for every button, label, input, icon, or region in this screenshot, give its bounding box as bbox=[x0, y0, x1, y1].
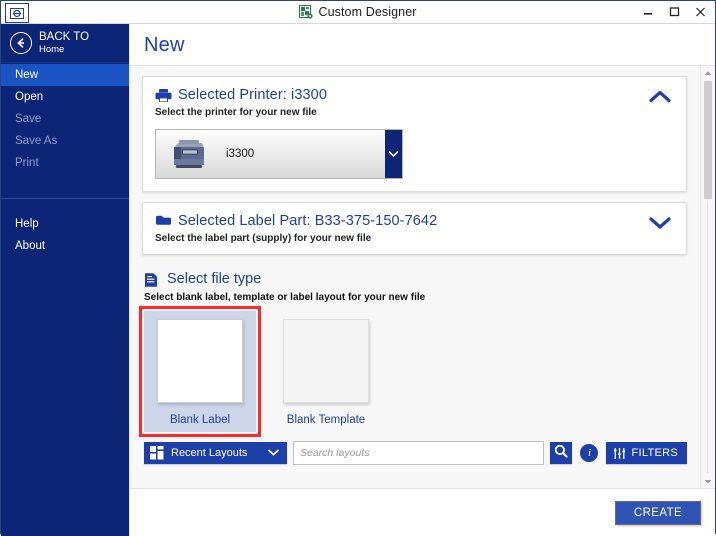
window-controls bbox=[635, 1, 713, 23]
expand-label-part-chevron-down-icon[interactable] bbox=[648, 215, 672, 233]
scroll-down-arrow[interactable] bbox=[701, 475, 715, 488]
create-button[interactable]: CREATE bbox=[615, 500, 701, 525]
sliders-icon bbox=[613, 447, 626, 460]
file-type-tile-blank-template[interactable]: Blank Template bbox=[270, 311, 382, 432]
info-icon[interactable]: i bbox=[580, 444, 599, 462]
scroll-up-arrow[interactable] bbox=[701, 66, 715, 79]
search-button[interactable] bbox=[550, 442, 573, 464]
scroll-area: Selected Printer: i3300 Select the print… bbox=[130, 65, 715, 488]
page-title: New bbox=[144, 34, 185, 56]
minimize-button[interactable] bbox=[635, 2, 661, 23]
file-type-tile-label: Blank Label bbox=[169, 414, 231, 426]
sidebar-item-open[interactable]: Open bbox=[1, 86, 129, 108]
collapse-printer-chevron-up-icon[interactable] bbox=[648, 89, 672, 107]
back-to-label: BACK TO bbox=[39, 31, 90, 44]
printer-dropdown-chevron-down-icon[interactable] bbox=[385, 130, 402, 178]
maximize-button[interactable] bbox=[661, 2, 687, 23]
selected-printer-title: Selected Printer: i3300 bbox=[178, 87, 327, 103]
recent-layouts-dropdown[interactable]: Recent Layouts bbox=[144, 442, 287, 464]
chevron-down-icon bbox=[268, 447, 280, 459]
selected-label-part-header[interactable]: Selected Label Part: B33-375-150-7642 bbox=[155, 213, 674, 229]
title-bar: Custom Designer bbox=[1, 1, 715, 24]
window-body: BACK TO Home New Open Save Save As Print… bbox=[1, 24, 715, 536]
back-to-home-button[interactable]: BACK TO Home bbox=[1, 24, 129, 63]
printer-selector-row: i3300 bbox=[155, 129, 674, 179]
footer-bar: CREATE bbox=[130, 488, 715, 536]
back-to-target-label: Home bbox=[39, 43, 65, 55]
sidebar-item-label: Print bbox=[15, 157, 39, 169]
search-input[interactable] bbox=[294, 443, 544, 463]
sidebar-item-label: Save As bbox=[15, 135, 58, 147]
sidebar-item-save: Save bbox=[1, 108, 129, 130]
selected-label-part-card: Selected Label Part: B33-375-150-7642 Se… bbox=[142, 202, 687, 255]
recent-layouts-label: Recent Layouts bbox=[171, 447, 248, 459]
window-title-group: Custom Designer bbox=[1, 1, 715, 23]
sidebar-item-label: Save bbox=[15, 113, 42, 125]
printer-dropdown[interactable]: i3300 bbox=[155, 129, 403, 179]
layouts-toolbar: Recent Layouts Search layouts i FILTERS bbox=[142, 432, 687, 475]
blank-label-thumbnail bbox=[157, 319, 243, 403]
selected-label-part-subtitle: Select the label part (supply) for your … bbox=[155, 233, 372, 244]
file-type-tile-label: Blank Template bbox=[286, 414, 366, 426]
sidebar-item-help[interactable]: Help bbox=[1, 213, 129, 235]
search-icon bbox=[554, 444, 569, 463]
scrollbar-guide-line bbox=[707, 201, 708, 473]
scrollbar-track[interactable] bbox=[701, 79, 715, 475]
sidebar-nav: New Open Save Save As Print Help About bbox=[1, 63, 129, 257]
printer-dropdown-value: i3300 bbox=[226, 148, 255, 160]
sidebar-item-new[interactable]: New bbox=[1, 64, 129, 86]
select-file-type-title: Select file type bbox=[167, 271, 262, 287]
back-arrow-icon bbox=[10, 32, 32, 54]
sidebar-item-print: Print bbox=[1, 152, 129, 174]
search-layouts-box[interactable] bbox=[293, 441, 545, 465]
selected-printer-card: Selected Printer: i3300 Select the print… bbox=[142, 76, 687, 192]
sidebar: BACK TO Home New Open Save Save As Print… bbox=[1, 24, 129, 536]
filters-label: FILTERS bbox=[631, 447, 678, 459]
scrollbar-thumb[interactable] bbox=[704, 81, 712, 199]
sidebar-item-label: About bbox=[15, 240, 46, 252]
info-glyph: i bbox=[587, 447, 592, 459]
sidebar-item-about[interactable]: About bbox=[1, 235, 129, 257]
sidebar-item-label: New bbox=[15, 69, 39, 81]
selected-printer-subtitle: Select the printer for your new file bbox=[155, 107, 317, 118]
file-type-tiles: Blank Label Blank Template bbox=[139, 306, 687, 437]
sidebar-item-label: Help bbox=[15, 218, 39, 230]
select-file-type-subtitle: Select blank label, template or label la… bbox=[144, 292, 426, 303]
app-icon bbox=[299, 5, 314, 19]
selected-printer-header[interactable]: Selected Printer: i3300 bbox=[155, 87, 674, 103]
vertical-scrollbar[interactable] bbox=[700, 66, 715, 488]
close-button[interactable] bbox=[687, 2, 713, 23]
scroll-content: Selected Printer: i3300 Select the print… bbox=[130, 66, 715, 475]
application-window: Custom Designer BACK TO Home New Open Sa… bbox=[0, 0, 716, 536]
content-pane: New Selected Printer: i3300 Select the p… bbox=[129, 24, 715, 536]
filters-button[interactable]: FILTERS bbox=[606, 442, 687, 464]
printer-dropdown-display: i3300 bbox=[156, 130, 385, 178]
window-title: Custom Designer bbox=[318, 5, 417, 19]
printer-icon bbox=[155, 88, 172, 103]
sidebar-item-label: Open bbox=[15, 91, 44, 103]
sidebar-item-save-as: Save As bbox=[1, 130, 129, 152]
document-icon bbox=[144, 272, 161, 288]
select-file-type-header: Select file type bbox=[144, 271, 687, 288]
file-type-tile-blank-label[interactable]: Blank Label bbox=[139, 306, 261, 437]
selected-label-part-title: Selected Label Part: B33-375-150-7642 bbox=[178, 213, 438, 229]
printer-thumbnail-icon bbox=[166, 135, 212, 173]
select-file-type-section: Select file type Select blank label, tem… bbox=[139, 271, 687, 437]
label-part-icon bbox=[155, 214, 172, 227]
grid-icon bbox=[150, 446, 164, 460]
blank-template-thumbnail bbox=[283, 319, 369, 403]
